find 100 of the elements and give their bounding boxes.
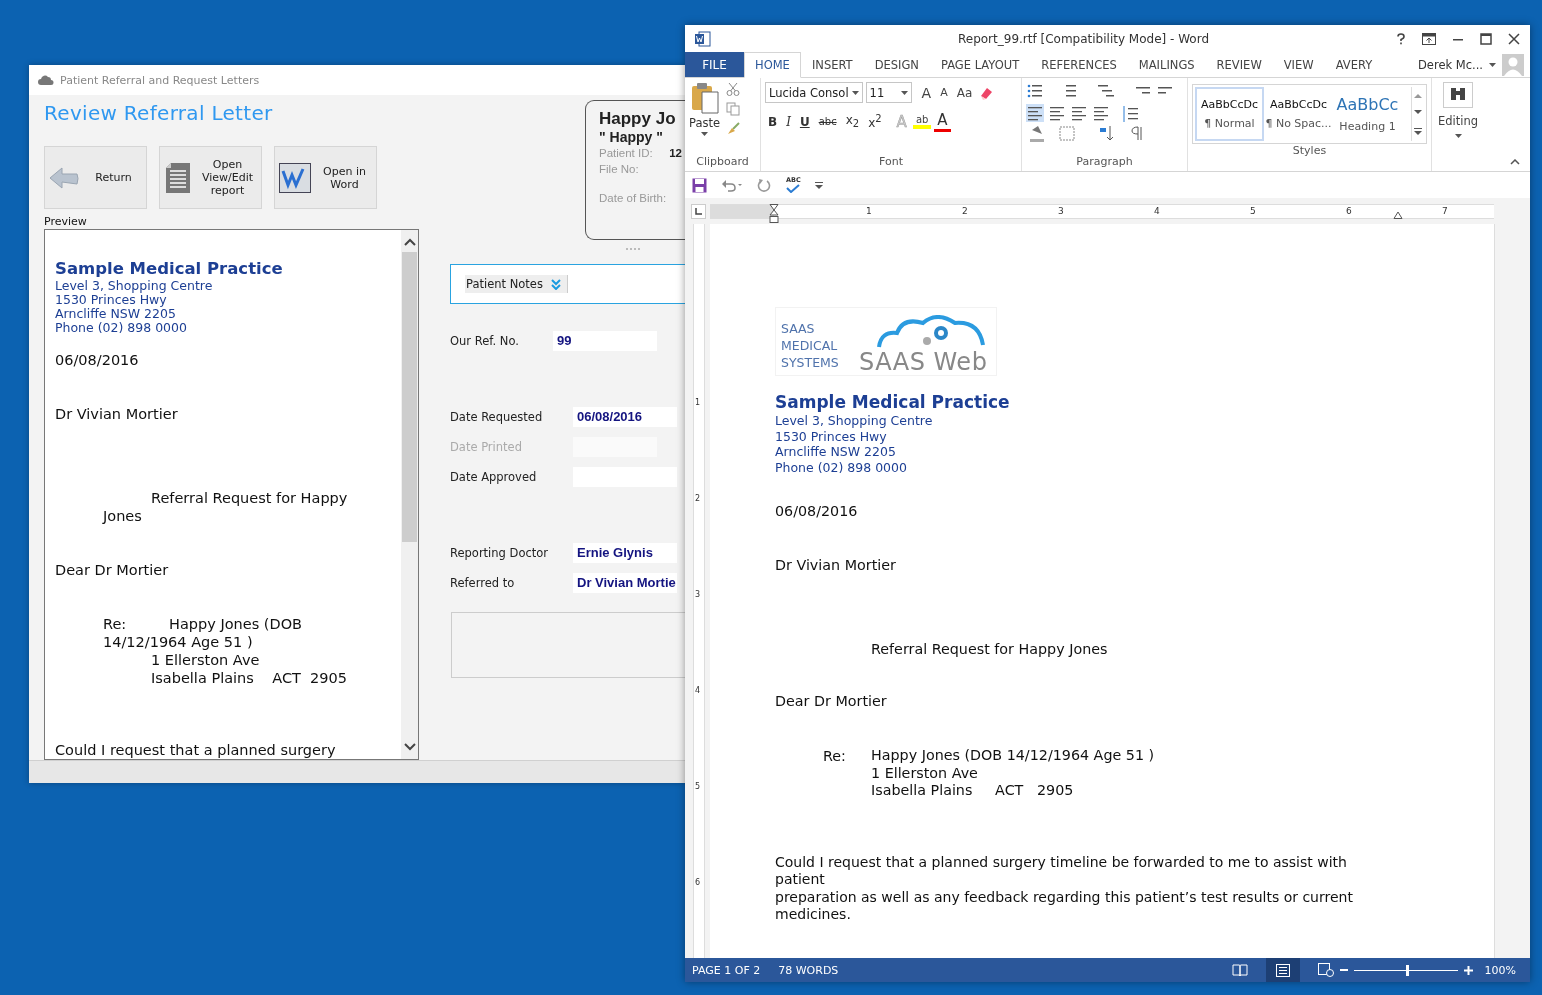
re-text: Isabella Plains ACT 2905 [871, 782, 1075, 800]
caret-icon [900, 90, 908, 95]
scroll-down-icon[interactable] [403, 743, 416, 751]
address-line: Level 3, Shopping Centre [775, 413, 934, 429]
ribbon-tab[interactable]: REFERENCES [1030, 52, 1128, 77]
change-case-button[interactable]: Aa [953, 85, 976, 100]
field-label: File No: [599, 162, 640, 177]
user-name[interactable]: Derek Mc... [1418, 57, 1483, 72]
format-button[interactable]: B [765, 114, 781, 129]
ribbon-tab[interactable]: AVERY [1324, 52, 1384, 77]
format-button[interactable]: x$_{2}$ [842, 113, 863, 130]
ribbon-tab[interactable]: REVIEW [1205, 52, 1273, 77]
gallery-scrollbar[interactable] [1411, 87, 1424, 141]
format-button[interactable]: abc [815, 116, 840, 127]
toolbar-button[interactable]: Open in Word [274, 146, 377, 209]
redo-icon[interactable] [757, 177, 772, 193]
style-card[interactable]: AaBbCcDc ¶ Normal [1195, 87, 1264, 141]
re-line: Re: Happy Jones (DOB 14/12/1964 Age 51 ) [103, 615, 303, 651]
zoom-level[interactable]: 100% [1484, 963, 1516, 977]
ribbon-tab[interactable]: HOME [744, 52, 801, 78]
field-label: Date Printed [450, 440, 523, 454]
field-label: Reporting Doctor [450, 546, 550, 560]
page-heading: Review Referral Letter [44, 101, 274, 127]
address-line: 1530 Princes Hwy [55, 293, 168, 307]
group-label: Clipboard [695, 155, 750, 170]
address-line: 1 Ellerston Ave [150, 651, 261, 669]
field-value: 12 [669, 147, 682, 159]
letter-body-line: Could I request that a planned surgery timeline be forwarded to me to assist with [775, 853, 1348, 871]
tab-selector[interactable] [691, 203, 706, 219]
letter-recipient: Dr Vivian Mortier [55, 405, 179, 423]
letter-subject: Referral Request for Happy Jones [870, 640, 1109, 658]
word-logo-icon [279, 162, 311, 193]
print-layout-button[interactable] [1265, 958, 1300, 982]
font-color-button[interactable]: A [934, 111, 951, 132]
customize-icon[interactable] [814, 181, 823, 189]
toolbar-button[interactable]: Open View/Edit report [159, 146, 262, 209]
window-title: Patient Referral and Request Letters [60, 73, 260, 87]
word-app-icon [695, 30, 711, 47]
logo-text: MEDICAL [781, 337, 839, 354]
letter-body-line: medicines. [775, 906, 852, 924]
indent-marker-icon[interactable] [769, 203, 779, 224]
check-icon [786, 184, 801, 193]
group-label: Paragraph [1075, 155, 1134, 170]
paintbrush-icon[interactable] [726, 122, 741, 136]
input-field[interactable]: 99 [553, 331, 657, 351]
file-tab[interactable]: FILE [685, 52, 744, 77]
ribbon-display-icon[interactable] [1422, 32, 1436, 45]
re-label: Re: [823, 747, 847, 766]
save-icon[interactable] [692, 177, 707, 193]
shrink-font-button[interactable]: A [937, 86, 951, 99]
web-layout-icon[interactable] [1317, 963, 1334, 977]
cloud-gear-icon [875, 315, 988, 349]
scroll-down-icon[interactable] [1414, 110, 1422, 116]
input-field[interactable]: Dr Vivian Mortie [573, 573, 677, 593]
address-line: Level 3, Shopping Centre [55, 279, 214, 293]
ribbon-tab[interactable]: DESIGN [863, 52, 930, 77]
page-count[interactable]: PAGE 1 OF 2 [692, 963, 761, 977]
more-icon[interactable] [1414, 127, 1422, 135]
ribbon-tab[interactable]: INSERT [800, 52, 864, 77]
ruler-number: 7 [1442, 204, 1448, 218]
letter-body-line: preparation as well as any feedback regarding this patient’s test results or current [775, 888, 1354, 906]
patient-notes-button[interactable]: Patient Notes [465, 275, 568, 293]
binoculars-icon [1443, 82, 1473, 108]
close-icon[interactable] [1508, 32, 1520, 45]
maximize-icon[interactable] [1480, 32, 1492, 45]
scrollbar[interactable] [401, 230, 418, 759]
address-line: Arncliffe NSW 2205 [55, 307, 177, 321]
toolbar-button[interactable]: Return [44, 146, 147, 209]
paste-button[interactable]: Paste [689, 82, 721, 155]
font-size-field[interactable]: 11 [865, 82, 912, 103]
input-field[interactable]: Ernie Glynis [573, 543, 677, 563]
font-name-field[interactable]: Lucida Consol [765, 82, 863, 103]
caret-icon[interactable] [1489, 62, 1496, 67]
ruler-number: 1 [866, 204, 872, 218]
format-button[interactable]: x$^{2}$ [865, 113, 885, 130]
grow-font-button[interactable]: A [918, 84, 935, 101]
format-button[interactable]: I [783, 114, 794, 129]
zoom-slider-thumb[interactable] [1405, 964, 1409, 976]
letter-date: 06/08/2016 [775, 502, 859, 520]
preview-label: Preview [44, 215, 88, 229]
zoom-in-icon[interactable] [1463, 965, 1473, 975]
read-mode-icon[interactable] [1231, 963, 1248, 977]
indent-marker-icon[interactable] [1393, 210, 1403, 219]
scissors-icon[interactable] [726, 82, 741, 96]
highlight-button[interactable]: ab [912, 114, 932, 129]
practice-name: Sample Medical Practice [775, 391, 1011, 413]
input-field[interactable]: 06/08/2016 [573, 407, 677, 427]
ribbon-tab[interactable]: VIEW [1272, 52, 1325, 77]
ruler-number: 3 [1058, 204, 1064, 218]
editing-button[interactable]: Editing [1436, 82, 1480, 138]
ribbon-tab[interactable]: PAGE LAYOUT [929, 52, 1031, 77]
address-line: Isabella Plains ACT 2905 [150, 669, 349, 687]
ribbon-tab[interactable]: MAILINGS [1127, 52, 1206, 77]
word-count[interactable]: 78 WORDS [778, 963, 839, 977]
scroll-up-icon[interactable] [403, 238, 416, 246]
help-icon[interactable] [1396, 32, 1406, 45]
caret-icon [851, 90, 859, 95]
collapse-ribbon-icon[interactable] [1510, 159, 1520, 165]
letter-body: Could I request that a planned surgery [55, 741, 337, 759]
format-button[interactable]: U [796, 114, 813, 129]
